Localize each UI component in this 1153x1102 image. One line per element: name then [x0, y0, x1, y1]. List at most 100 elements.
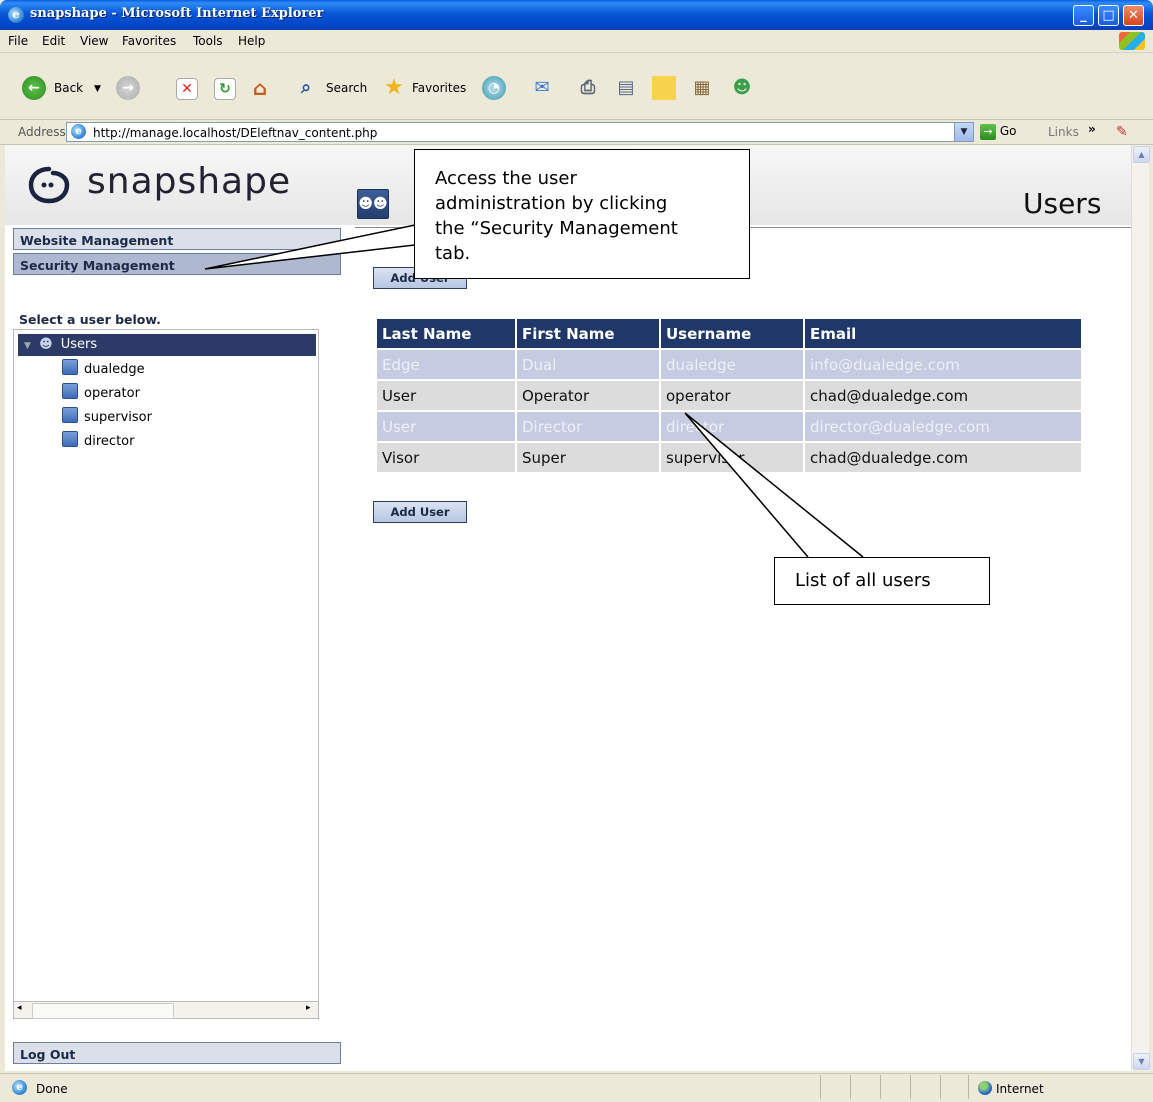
tree-collapse-icon[interactable]: ▼	[24, 341, 31, 351]
mail-icon[interactable]: ✉	[530, 76, 554, 100]
tree-root-label: Users	[60, 337, 98, 352]
cell-email[interactable]: director@dualedge.com	[805, 412, 1081, 441]
close-button[interactable]: ✕	[1123, 5, 1144, 26]
tree-item-label: director	[84, 434, 135, 449]
status-divider	[820, 1075, 821, 1099]
tree-horizontal-scrollbar[interactable]: ◂ ▸	[13, 1001, 319, 1019]
status-divider	[968, 1075, 969, 1099]
callout-line: tab.	[435, 243, 471, 264]
page-vertical-scrollbar[interactable]: ▲ ▼	[1131, 145, 1150, 1071]
column-header-last-name[interactable]: Last Name	[377, 319, 515, 348]
user-icon	[62, 407, 78, 423]
user-icon	[62, 383, 78, 399]
back-arrow-icon[interactable]: ←	[22, 76, 46, 100]
minimize-button[interactable]: _	[1073, 5, 1094, 26]
maximize-button[interactable]: □	[1098, 5, 1119, 26]
callout-line: the “Security Management	[435, 218, 678, 239]
menu-edit[interactable]: Edit	[42, 34, 65, 48]
acrobat-icon[interactable]: ✎	[1116, 124, 1128, 140]
history-icon[interactable]: ◔	[482, 76, 506, 100]
menu-file[interactable]: File	[8, 34, 28, 48]
refresh-icon[interactable]: ↻	[214, 78, 236, 100]
cell-email[interactable]: info@dualedge.com	[805, 350, 1081, 379]
home-icon[interactable]: ⌂	[248, 76, 272, 100]
user-icon	[62, 431, 78, 447]
cell-last-name[interactable]: User	[377, 412, 515, 441]
back-dropdown-icon[interactable]: ▼	[94, 84, 101, 94]
research-icon[interactable]: ▦	[690, 76, 714, 100]
cell-username[interactable]: dualedge	[661, 350, 803, 379]
callout-user-list: List of all users	[774, 557, 990, 605]
menu-tools[interactable]: Tools	[193, 34, 223, 48]
cell-last-name[interactable]: Visor	[377, 443, 515, 472]
cell-email[interactable]: chad@dualedge.com	[805, 381, 1081, 410]
back-label[interactable]: Back	[54, 81, 83, 95]
go-button[interactable]: → Go	[980, 124, 1016, 140]
chevron-right-icon[interactable]: »	[1088, 122, 1096, 136]
table-header-row: Last Name First Name Username Email	[377, 319, 1081, 348]
menu-help[interactable]: Help	[238, 34, 265, 48]
cell-username[interactable]: operator	[661, 381, 803, 410]
menu-view[interactable]: View	[80, 34, 108, 48]
notes-icon[interactable]	[652, 76, 676, 100]
address-dropdown-icon[interactable]: ▼	[954, 123, 973, 141]
ie-icon: e	[8, 7, 24, 23]
callout-line: administration by clicking	[435, 193, 668, 214]
logout-button[interactable]: Log Out	[13, 1042, 341, 1064]
print-icon[interactable]: ⎙	[576, 76, 600, 100]
add-user-button-bottom[interactable]: Add User	[373, 501, 467, 523]
go-arrow-icon: →	[980, 124, 996, 140]
tree-item-supervisor[interactable]: supervisor	[62, 407, 152, 428]
table-row[interactable]: Visor Super supervisor chad@dualedge.com	[377, 443, 1081, 472]
windows-logo-icon	[1119, 32, 1145, 50]
scroll-left-icon[interactable]: ◂	[17, 1003, 22, 1013]
table-row[interactable]: User Operator operator chad@dualedge.com	[377, 381, 1081, 410]
logo-text: snapshape	[87, 161, 292, 202]
globe-icon	[978, 1081, 992, 1095]
tab-website-management[interactable]: Website Management	[13, 228, 341, 250]
scroll-thumb[interactable]	[32, 1003, 174, 1019]
scroll-right-icon[interactable]: ▸	[306, 1003, 311, 1013]
links-label[interactable]: Links	[1048, 125, 1079, 139]
forward-arrow-icon[interactable]: →	[116, 76, 140, 100]
ie-page-icon: e	[12, 1080, 27, 1095]
favorites-star-icon[interactable]: ★	[382, 76, 406, 100]
cell-username[interactable]: supervisor	[661, 443, 803, 472]
menu-favorites[interactable]: Favorites	[122, 34, 176, 48]
cell-first-name[interactable]: Director	[517, 412, 659, 441]
status-divider	[850, 1075, 851, 1099]
column-header-email[interactable]: Email	[805, 319, 1081, 348]
table-row[interactable]: Edge Dual dualedge info@dualedge.com	[377, 350, 1081, 379]
page-title: Users	[1023, 187, 1102, 220]
cell-email[interactable]: chad@dualedge.com	[805, 443, 1081, 472]
status-divider	[880, 1075, 881, 1099]
cell-first-name[interactable]: Operator	[517, 381, 659, 410]
cell-first-name[interactable]: Dual	[517, 350, 659, 379]
edit-icon[interactable]: ▤	[614, 76, 638, 100]
menu-bar: File Edit View Favorites Tools Help	[0, 30, 1153, 53]
search-icon[interactable]: ⌕	[294, 76, 318, 100]
column-header-first-name[interactable]: First Name	[517, 319, 659, 348]
address-field[interactable]: e http://manage.localhost/DEleftnav_cont…	[66, 122, 974, 142]
column-header-username[interactable]: Username	[661, 319, 803, 348]
search-label[interactable]: Search	[326, 81, 367, 95]
favorites-label[interactable]: Favorites	[412, 81, 466, 95]
stop-icon[interactable]: ✕	[176, 78, 198, 100]
cell-last-name[interactable]: Edge	[377, 350, 515, 379]
table-row[interactable]: User Director director director@dualedge…	[377, 412, 1081, 441]
select-user-label: Select a user below.	[19, 312, 161, 327]
callout-line: Access the user	[435, 168, 577, 189]
tree-item-dualedge[interactable]: dualedge	[62, 359, 145, 380]
cell-last-name[interactable]: User	[377, 381, 515, 410]
tree-item-operator[interactable]: operator	[62, 383, 140, 404]
messenger-icon[interactable]: ☻	[730, 76, 754, 100]
scroll-down-icon[interactable]: ▼	[1133, 1053, 1150, 1070]
address-url[interactable]: http://manage.localhost/DEleftnav_conten…	[93, 126, 377, 140]
scroll-up-icon[interactable]: ▲	[1133, 146, 1150, 163]
tab-security-management[interactable]: Security Management	[13, 253, 341, 275]
ie-page-icon: e	[71, 124, 86, 139]
tree-root-users[interactable]: ▼ ☻ Users	[18, 334, 316, 356]
tree-item-director[interactable]: director	[62, 431, 134, 452]
cell-username[interactable]: director	[661, 412, 803, 441]
cell-first-name[interactable]: Super	[517, 443, 659, 472]
